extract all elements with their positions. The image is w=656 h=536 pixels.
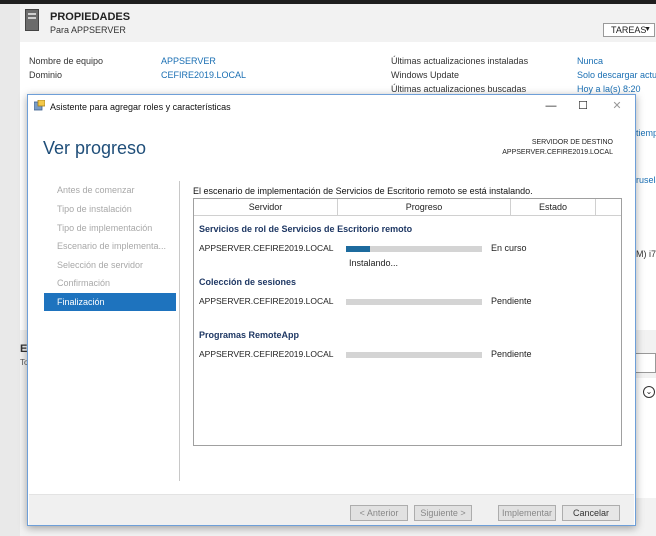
add-roles-wizard-dialog: Asistente para agregar roles y caracterí… xyxy=(27,94,636,526)
windows-update-label: Windows Update xyxy=(391,70,460,80)
previous-button[interactable]: < Anterior xyxy=(350,505,408,521)
properties-subtitle: Para APPSERVER xyxy=(50,25,126,35)
last-updates-installed-label: Últimas actualizaciones instaladas xyxy=(391,56,529,66)
destination-server-label: SERVIDOR DE DESTINO xyxy=(531,139,613,146)
properties-title: PROPIEDADES xyxy=(50,11,131,23)
nav-item-tipo-de-instalacion: Tipo de instalación xyxy=(57,204,132,214)
nav-divider xyxy=(179,181,180,481)
computer-name-link[interactable]: APPSERVER xyxy=(161,56,216,66)
right-fragment-3: M) i7 xyxy=(636,249,656,259)
domain-label: Dominio xyxy=(29,70,63,80)
tasks-label: TAREAS xyxy=(611,25,647,35)
status-message: El escenario de implementación de Servic… xyxy=(193,186,533,196)
nav-item-tipo-de-implementacion: Tipo de implementación xyxy=(57,223,153,233)
next-button[interactable]: Siguiente > xyxy=(414,505,472,521)
windows-update-link[interactable]: Solo descargar actu xyxy=(577,70,656,80)
progress-bar xyxy=(346,299,482,305)
chevron-down-circle-icon[interactable]: ⌄ xyxy=(643,386,655,398)
left-rail xyxy=(0,4,20,536)
dialog-title: Asistente para agregar roles y caracterí… xyxy=(50,102,231,112)
progress-bar xyxy=(346,352,482,358)
row-server-name: APPSERVER.CEFIRE2019.LOCAL xyxy=(199,243,334,253)
column-estado[interactable]: Estado xyxy=(511,199,595,215)
column-separator[interactable] xyxy=(595,199,596,215)
row-status: Pendiente xyxy=(491,349,532,359)
properties-header xyxy=(20,4,656,42)
nav-item-escenario: Escenario de implementa... xyxy=(57,241,167,251)
row-status: En curso xyxy=(491,243,527,253)
computer-name-label: Nombre de equipo xyxy=(29,56,104,66)
minimize-icon[interactable]: — xyxy=(536,97,566,115)
maximize-icon[interactable]: ☐ xyxy=(568,97,598,115)
progress-panel: Servidor Progreso Estado Servicios de ro… xyxy=(193,198,622,446)
dialog-titlebar[interactable]: Asistente para agregar roles y caracterí… xyxy=(28,95,635,117)
column-progreso[interactable]: Progreso xyxy=(338,199,510,215)
right-fragment-1[interactable]: tiemp xyxy=(636,128,656,138)
group-title-remoteapp: Programas RemoteApp xyxy=(199,330,300,340)
progress-bar xyxy=(346,246,482,252)
page-title: Ver progreso xyxy=(43,138,147,158)
destination-server-name: APPSERVER.CEFIRE2019.LOCAL xyxy=(502,149,613,156)
nav-item-antes-de-comenzar: Antes de comenzar xyxy=(57,185,135,195)
tasks-dropdown[interactable]: TAREAS ▼ xyxy=(603,23,655,37)
cancel-button[interactable]: Cancelar xyxy=(562,505,620,521)
progress-bar-fill xyxy=(346,246,371,252)
row-detail: Instalando... xyxy=(349,258,399,268)
column-header: Servidor Progreso Estado xyxy=(194,199,621,216)
close-icon[interactable]: ✕ xyxy=(602,97,632,115)
column-servidor[interactable]: Servidor xyxy=(194,199,337,215)
chevron-down-icon: ▼ xyxy=(644,26,651,33)
group-title-rds-roles: Servicios de rol de Servicios de Escrito… xyxy=(199,224,413,234)
deploy-button[interactable]: Implementar xyxy=(498,505,556,521)
domain-link[interactable]: CEFIRE2019.LOCAL xyxy=(161,70,246,80)
row-status: Pendiente xyxy=(491,296,532,306)
nav-item-finalizacion[interactable]: Finalización xyxy=(44,293,176,311)
row-server-name: APPSERVER.CEFIRE2019.LOCAL xyxy=(199,296,334,306)
group-title-session-collection: Colección de sesiones xyxy=(199,277,297,287)
last-updates-checked-label: Últimas actualizaciones buscadas xyxy=(391,84,527,94)
server-icon xyxy=(25,9,39,31)
last-updates-checked-link[interactable]: Hoy a la(s) 8:20 xyxy=(577,84,641,94)
nav-item-confirmacion: Confirmación xyxy=(57,278,111,288)
nav-item-seleccion-de-servidor: Selección de servidor xyxy=(57,260,144,270)
last-updates-installed-link[interactable]: Nunca xyxy=(577,56,603,66)
row-server-name: APPSERVER.CEFIRE2019.LOCAL xyxy=(199,349,334,359)
wizard-app-icon xyxy=(34,100,45,111)
right-fragment-2[interactable]: ruselas xyxy=(636,175,656,185)
